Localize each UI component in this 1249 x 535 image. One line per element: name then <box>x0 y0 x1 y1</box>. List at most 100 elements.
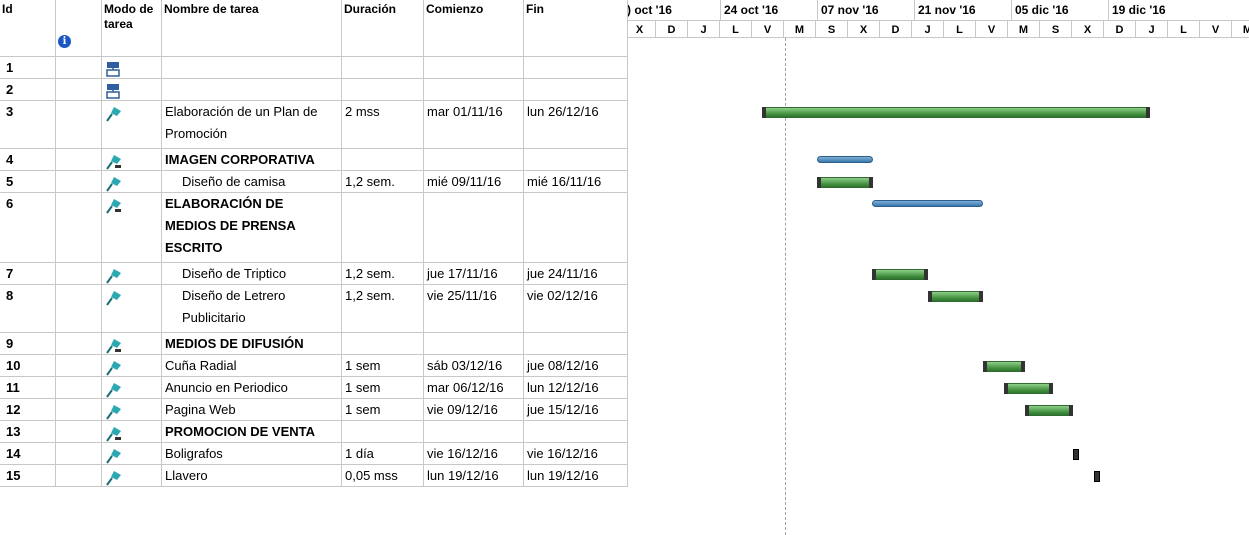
task-duration[interactable] <box>342 79 424 100</box>
task-mode-cell[interactable] <box>102 443 162 464</box>
task-start[interactable] <box>424 193 524 262</box>
task-mode-cell[interactable] <box>102 285 162 332</box>
task-row[interactable]: 14 Boligrafos 1 día vie 16/12/16 vie 16/12/1… <box>0 443 628 465</box>
task-bar[interactable] <box>817 177 873 188</box>
task-id[interactable]: 12 <box>0 399 56 420</box>
task-start[interactable] <box>424 421 524 442</box>
task-indicator[interactable] <box>56 193 102 262</box>
task-name[interactable]: Llavero <box>162 465 342 486</box>
task-indicator[interactable] <box>56 421 102 442</box>
task-row[interactable]: 6 ELABORACIÓN DE MEDIOS DE PRENSA ESCRITO <box>0 193 628 263</box>
task-indicator[interactable] <box>56 171 102 192</box>
task-mode-cell[interactable] <box>102 263 162 284</box>
task-name[interactable]: MEDIOS DE DIFUSIÓN <box>162 333 342 354</box>
task-name[interactable]: IMAGEN CORPORATIVA <box>162 149 342 170</box>
task-finish[interactable]: lun 19/12/16 <box>524 465 628 486</box>
task-mode-cell[interactable] <box>102 193 162 262</box>
task-name[interactable] <box>162 79 342 100</box>
task-finish[interactable]: lun 12/12/16 <box>524 377 628 398</box>
task-mode-cell[interactable] <box>102 377 162 398</box>
task-mode-cell[interactable] <box>102 355 162 376</box>
summary-bar[interactable] <box>817 156 873 163</box>
task-mode-cell[interactable] <box>102 57 162 78</box>
task-finish[interactable] <box>524 57 628 78</box>
task-mode-cell[interactable] <box>102 149 162 170</box>
task-finish[interactable]: lun 26/12/16 <box>524 101 628 148</box>
task-indicator[interactable] <box>56 285 102 332</box>
task-mode-cell[interactable] <box>102 79 162 100</box>
task-row[interactable]: 9 MEDIOS DE DIFUSIÓN <box>0 333 628 355</box>
task-id[interactable]: 6 <box>0 193 56 262</box>
task-indicator[interactable] <box>56 333 102 354</box>
task-name[interactable]: Boligrafos <box>162 443 342 464</box>
task-duration[interactable] <box>342 421 424 442</box>
task-name[interactable]: PROMOCION DE VENTA <box>162 421 342 442</box>
header-finish[interactable]: Fin <box>524 0 628 57</box>
task-finish[interactable]: vie 16/12/16 <box>524 443 628 464</box>
task-finish[interactable] <box>524 333 628 354</box>
task-finish[interactable]: vie 02/12/16 <box>524 285 628 332</box>
task-id[interactable]: 13 <box>0 421 56 442</box>
task-start[interactable]: vie 09/12/16 <box>424 399 524 420</box>
task-name[interactable] <box>162 57 342 78</box>
task-finish[interactable] <box>524 149 628 170</box>
task-row[interactable]: 11 Anuncio en Periodico 1 sem mar 06/12/16 l… <box>0 377 628 399</box>
task-finish[interactable] <box>524 421 628 442</box>
task-id[interactable]: 14 <box>0 443 56 464</box>
task-row[interactable]: 13 PROMOCION DE VENTA <box>0 421 628 443</box>
task-name[interactable]: Cuña Radial <box>162 355 342 376</box>
task-id[interactable]: 2 <box>0 79 56 100</box>
header-indicators[interactable]: i <box>56 0 102 57</box>
task-indicator[interactable] <box>56 79 102 100</box>
task-row[interactable]: 10 Cuña Radial 1 sem sáb 03/12/16 jue 08/12/… <box>0 355 628 377</box>
task-duration[interactable]: 1,2 sem. <box>342 285 424 332</box>
task-start[interactable]: lun 19/12/16 <box>424 465 524 486</box>
task-mode-cell[interactable] <box>102 465 162 486</box>
task-bar[interactable] <box>872 269 928 280</box>
gantt-chart[interactable]: ) oct '16 24 oct '16 07 nov '16 21 nov '16 0… <box>628 0 1249 535</box>
task-finish[interactable]: jue 08/12/16 <box>524 355 628 376</box>
task-start[interactable]: mar 01/11/16 <box>424 101 524 148</box>
task-name[interactable]: ELABORACIÓN DE MEDIOS DE PRENSA ESCRITO <box>162 193 342 262</box>
task-start[interactable]: mar 06/12/16 <box>424 377 524 398</box>
task-indicator[interactable] <box>56 443 102 464</box>
header-mode[interactable]: Modo de tarea <box>102 0 162 57</box>
task-start[interactable]: vie 16/12/16 <box>424 443 524 464</box>
task-duration[interactable]: 2 mss <box>342 101 424 148</box>
task-indicator[interactable] <box>56 465 102 486</box>
task-name[interactable]: Elaboración de un Plan de Promoción <box>162 101 342 148</box>
task-finish[interactable] <box>524 79 628 100</box>
task-mode-cell[interactable] <box>102 399 162 420</box>
task-finish[interactable]: jue 15/12/16 <box>524 399 628 420</box>
summary-bar[interactable] <box>872 200 983 207</box>
task-bar[interactable] <box>1004 383 1053 394</box>
task-row[interactable]: 7 Diseño de Triptico 1,2 sem. jue 17/11/16 j… <box>0 263 628 285</box>
task-duration[interactable]: 0,05 mss <box>342 465 424 486</box>
task-row[interactable]: 12 Pagina Web 1 sem vie 09/12/16 jue 15/12/1… <box>0 399 628 421</box>
task-row[interactable]: 3 Elaboración de un Plan de Promoción 2 ms… <box>0 101 628 149</box>
task-id[interactable]: 8 <box>0 285 56 332</box>
task-indicator[interactable] <box>56 399 102 420</box>
task-start[interactable]: mié 09/11/16 <box>424 171 524 192</box>
task-finish[interactable]: mié 16/11/16 <box>524 171 628 192</box>
header-name[interactable]: Nombre de tarea <box>162 0 342 57</box>
task-row[interactable]: 1 <box>0 57 628 79</box>
task-indicator[interactable] <box>56 377 102 398</box>
task-indicator[interactable] <box>56 263 102 284</box>
task-id[interactable]: 3 <box>0 101 56 148</box>
task-name[interactable]: Diseño de Letrero Publicitario <box>162 285 342 332</box>
task-duration[interactable]: 1,2 sem. <box>342 171 424 192</box>
task-name[interactable]: Pagina Web <box>162 399 342 420</box>
task-duration[interactable]: 1 sem <box>342 399 424 420</box>
header-duration[interactable]: Duración <box>342 0 424 57</box>
task-id[interactable]: 9 <box>0 333 56 354</box>
task-duration[interactable] <box>342 149 424 170</box>
task-duration[interactable]: 1 sem <box>342 355 424 376</box>
task-duration[interactable]: 1,2 sem. <box>342 263 424 284</box>
task-duration[interactable] <box>342 57 424 78</box>
task-start[interactable]: sáb 03/12/16 <box>424 355 524 376</box>
header-start[interactable]: Comienzo <box>424 0 524 57</box>
task-mode-cell[interactable] <box>102 421 162 442</box>
task-indicator[interactable] <box>56 355 102 376</box>
task-id[interactable]: 15 <box>0 465 56 486</box>
